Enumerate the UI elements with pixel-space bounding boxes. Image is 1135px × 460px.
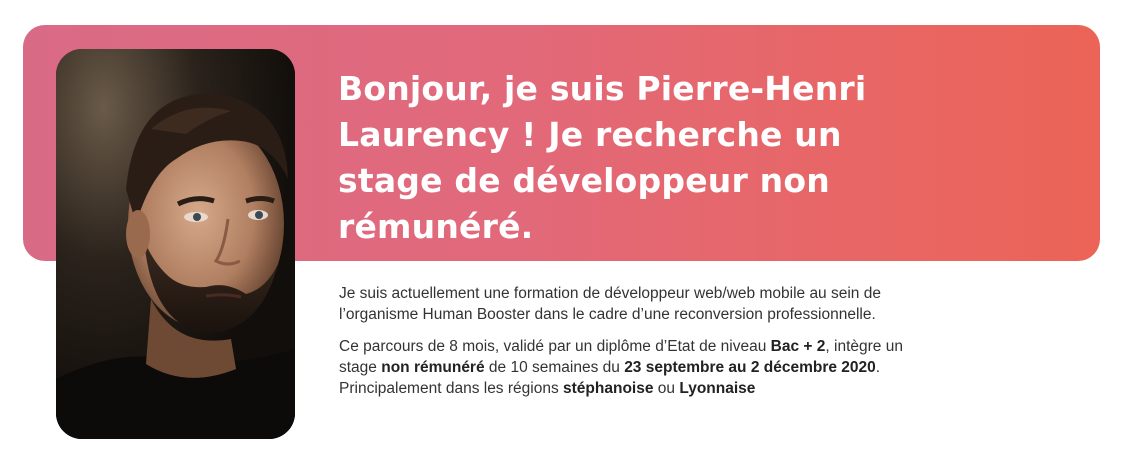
- intro-paragraph-1: Je suis actuellement une formation de dé…: [339, 285, 881, 323]
- hero-headline: Bonjour, je suis Pierre-Henri Laurency !…: [338, 69, 867, 246]
- profile-photo: [56, 49, 295, 439]
- region-lyon: Lyonnaise: [679, 380, 756, 397]
- intro-text: Je suis actuellement une formation de dé…: [339, 283, 939, 410]
- intro-paragraph-2: Ce parcours de 8 mois, validé par un dip…: [339, 336, 939, 399]
- region-saint-etienne: stéphanoise: [563, 380, 654, 397]
- internship-dates: 23 septembre au 2 décembre 2020: [624, 359, 876, 376]
- p2-text: de 10 semaines du: [484, 359, 625, 376]
- diploma-level: Bac + 2: [770, 338, 826, 355]
- hero-section: Bonjour, je suis Pierre-Henri Laurency !…: [0, 0, 1135, 460]
- p2-text: ou: [653, 380, 680, 397]
- unpaid-label: non rémunéré: [381, 359, 485, 376]
- p2-text: Ce parcours de 8 mois, validé par un dip…: [339, 338, 771, 355]
